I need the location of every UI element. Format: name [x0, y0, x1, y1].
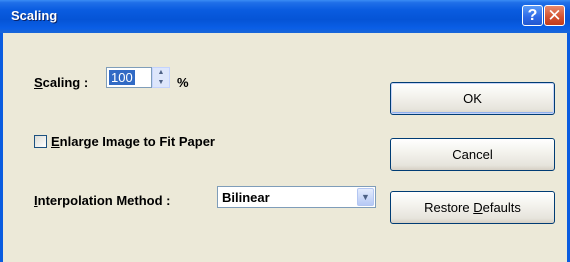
- enlarge-label[interactable]: Enlarge Image to Fit Paper: [51, 134, 215, 149]
- restore-defaults-accel: D: [473, 200, 483, 215]
- chevron-down-icon[interactable]: ▼: [357, 188, 374, 206]
- scaling-label: Scaling :: [34, 75, 88, 90]
- ok-button[interactable]: OK: [390, 82, 555, 115]
- restore-defaults-suffix: efaults: [482, 200, 521, 215]
- scaling-value: 100: [109, 70, 135, 85]
- help-icon[interactable]: ?: [522, 5, 543, 26]
- interpolation-select[interactable]: Bilinear ▼: [217, 186, 376, 208]
- enlarge-label-accel: E: [51, 134, 60, 149]
- spin-down-icon[interactable]: ▼: [153, 78, 169, 87]
- percent-label: %: [177, 75, 189, 90]
- interpolation-label-text: nterpolation Method :: [37, 193, 171, 208]
- scaling-label-text: caling :: [42, 75, 89, 90]
- scaling-label-accel: S: [34, 75, 43, 90]
- close-icon[interactable]: ✕: [544, 5, 565, 26]
- window-title: Scaling: [11, 8, 58, 23]
- cancel-button[interactable]: Cancel: [390, 138, 555, 171]
- scaling-spinner[interactable]: ▲ ▼: [152, 67, 170, 88]
- restore-defaults-prefix: Restore: [424, 200, 474, 215]
- scaling-input[interactable]: 100: [106, 67, 152, 88]
- spin-up-icon[interactable]: ▲: [153, 68, 169, 77]
- title-bar[interactable]: Scaling ? ✕: [0, 0, 570, 33]
- interpolation-label: Interpolation Method :: [34, 193, 171, 208]
- enlarge-checkbox[interactable]: [34, 135, 47, 148]
- enlarge-label-text: nlarge Image to Fit Paper: [59, 134, 215, 149]
- interpolation-value: Bilinear: [222, 190, 270, 205]
- restore-defaults-button[interactable]: Restore Defaults: [390, 191, 555, 224]
